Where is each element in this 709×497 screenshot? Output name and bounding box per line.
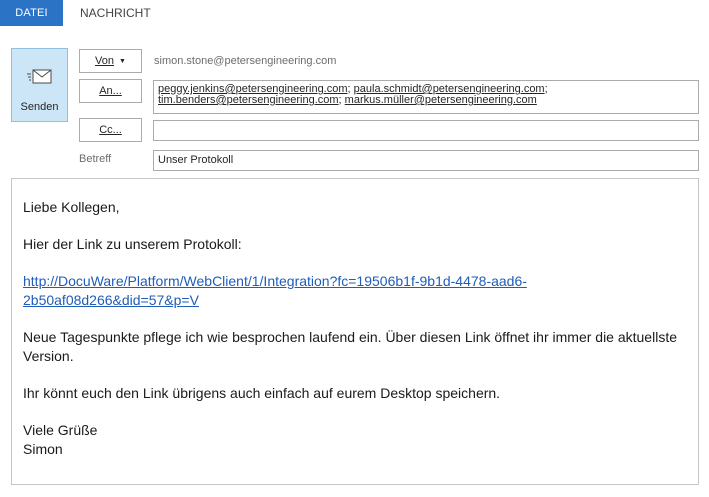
to-button-label: An... <box>99 85 122 97</box>
to-button[interactable]: An... <box>79 79 142 103</box>
ribbon-tab-bar: DATEI NACHRICHT <box>0 0 709 26</box>
from-button[interactable]: Von ▼ <box>79 49 142 73</box>
send-button[interactable]: Senden <box>11 48 68 122</box>
tab-datei[interactable]: DATEI <box>0 0 63 26</box>
from-button-label: Von <box>95 55 115 67</box>
link-paragraph: http://DocuWare/Platform/WebClient/1/Int… <box>23 272 683 310</box>
recipient-token[interactable]: markus.müller@petersengineering.com <box>345 94 537 106</box>
tab-nachricht[interactable]: NACHRICHT <box>80 0 151 26</box>
send-envelope-icon <box>26 69 51 84</box>
message-body[interactable]: Liebe Kollegen, Hier der Link zu unserem… <box>11 178 699 485</box>
link-line-1: http://DocuWare/Platform/WebClient/1/Int… <box>23 273 527 289</box>
protocol-link[interactable]: http://DocuWare/Platform/WebClient/1/Int… <box>23 273 527 308</box>
cc-button[interactable]: Cc... <box>79 118 142 142</box>
cc-field[interactable] <box>153 120 699 141</box>
cc-button-label: Cc... <box>99 124 122 136</box>
send-button-label: Senden <box>20 101 59 113</box>
paragraph-2: Ihr könnt euch den Link übrigens auch ei… <box>23 385 501 401</box>
subject-field[interactable]: Unser Protokoll <box>153 150 699 171</box>
intro-line: Hier der Link zu unserem Protokoll: <box>23 236 242 252</box>
to-field[interactable]: peggy.jenkins@petersengineering.com; pau… <box>153 80 699 114</box>
closing-block: Viele Grüße Simon <box>23 421 683 459</box>
closing-line: Viele Grüße <box>23 422 98 438</box>
greeting-line: Liebe Kollegen, <box>23 199 120 215</box>
signature-line: Simon <box>23 441 63 457</box>
link-line-2: 2b50af08d266&did=57&p=V <box>23 292 199 308</box>
from-address: simon.stone@petersengineering.com <box>154 55 337 67</box>
subject-label: Betreff <box>79 153 112 165</box>
paragraph-1: Neue Tagespunkte pflege ich wie besproch… <box>23 329 677 364</box>
recipient-token[interactable]: tim.benders@petersengineering.com <box>158 94 339 106</box>
chevron-down-icon: ▼ <box>119 57 126 65</box>
message-text: Liebe Kollegen, Hier der Link zu unserem… <box>23 198 683 459</box>
recipient-separator: ; <box>544 83 548 95</box>
